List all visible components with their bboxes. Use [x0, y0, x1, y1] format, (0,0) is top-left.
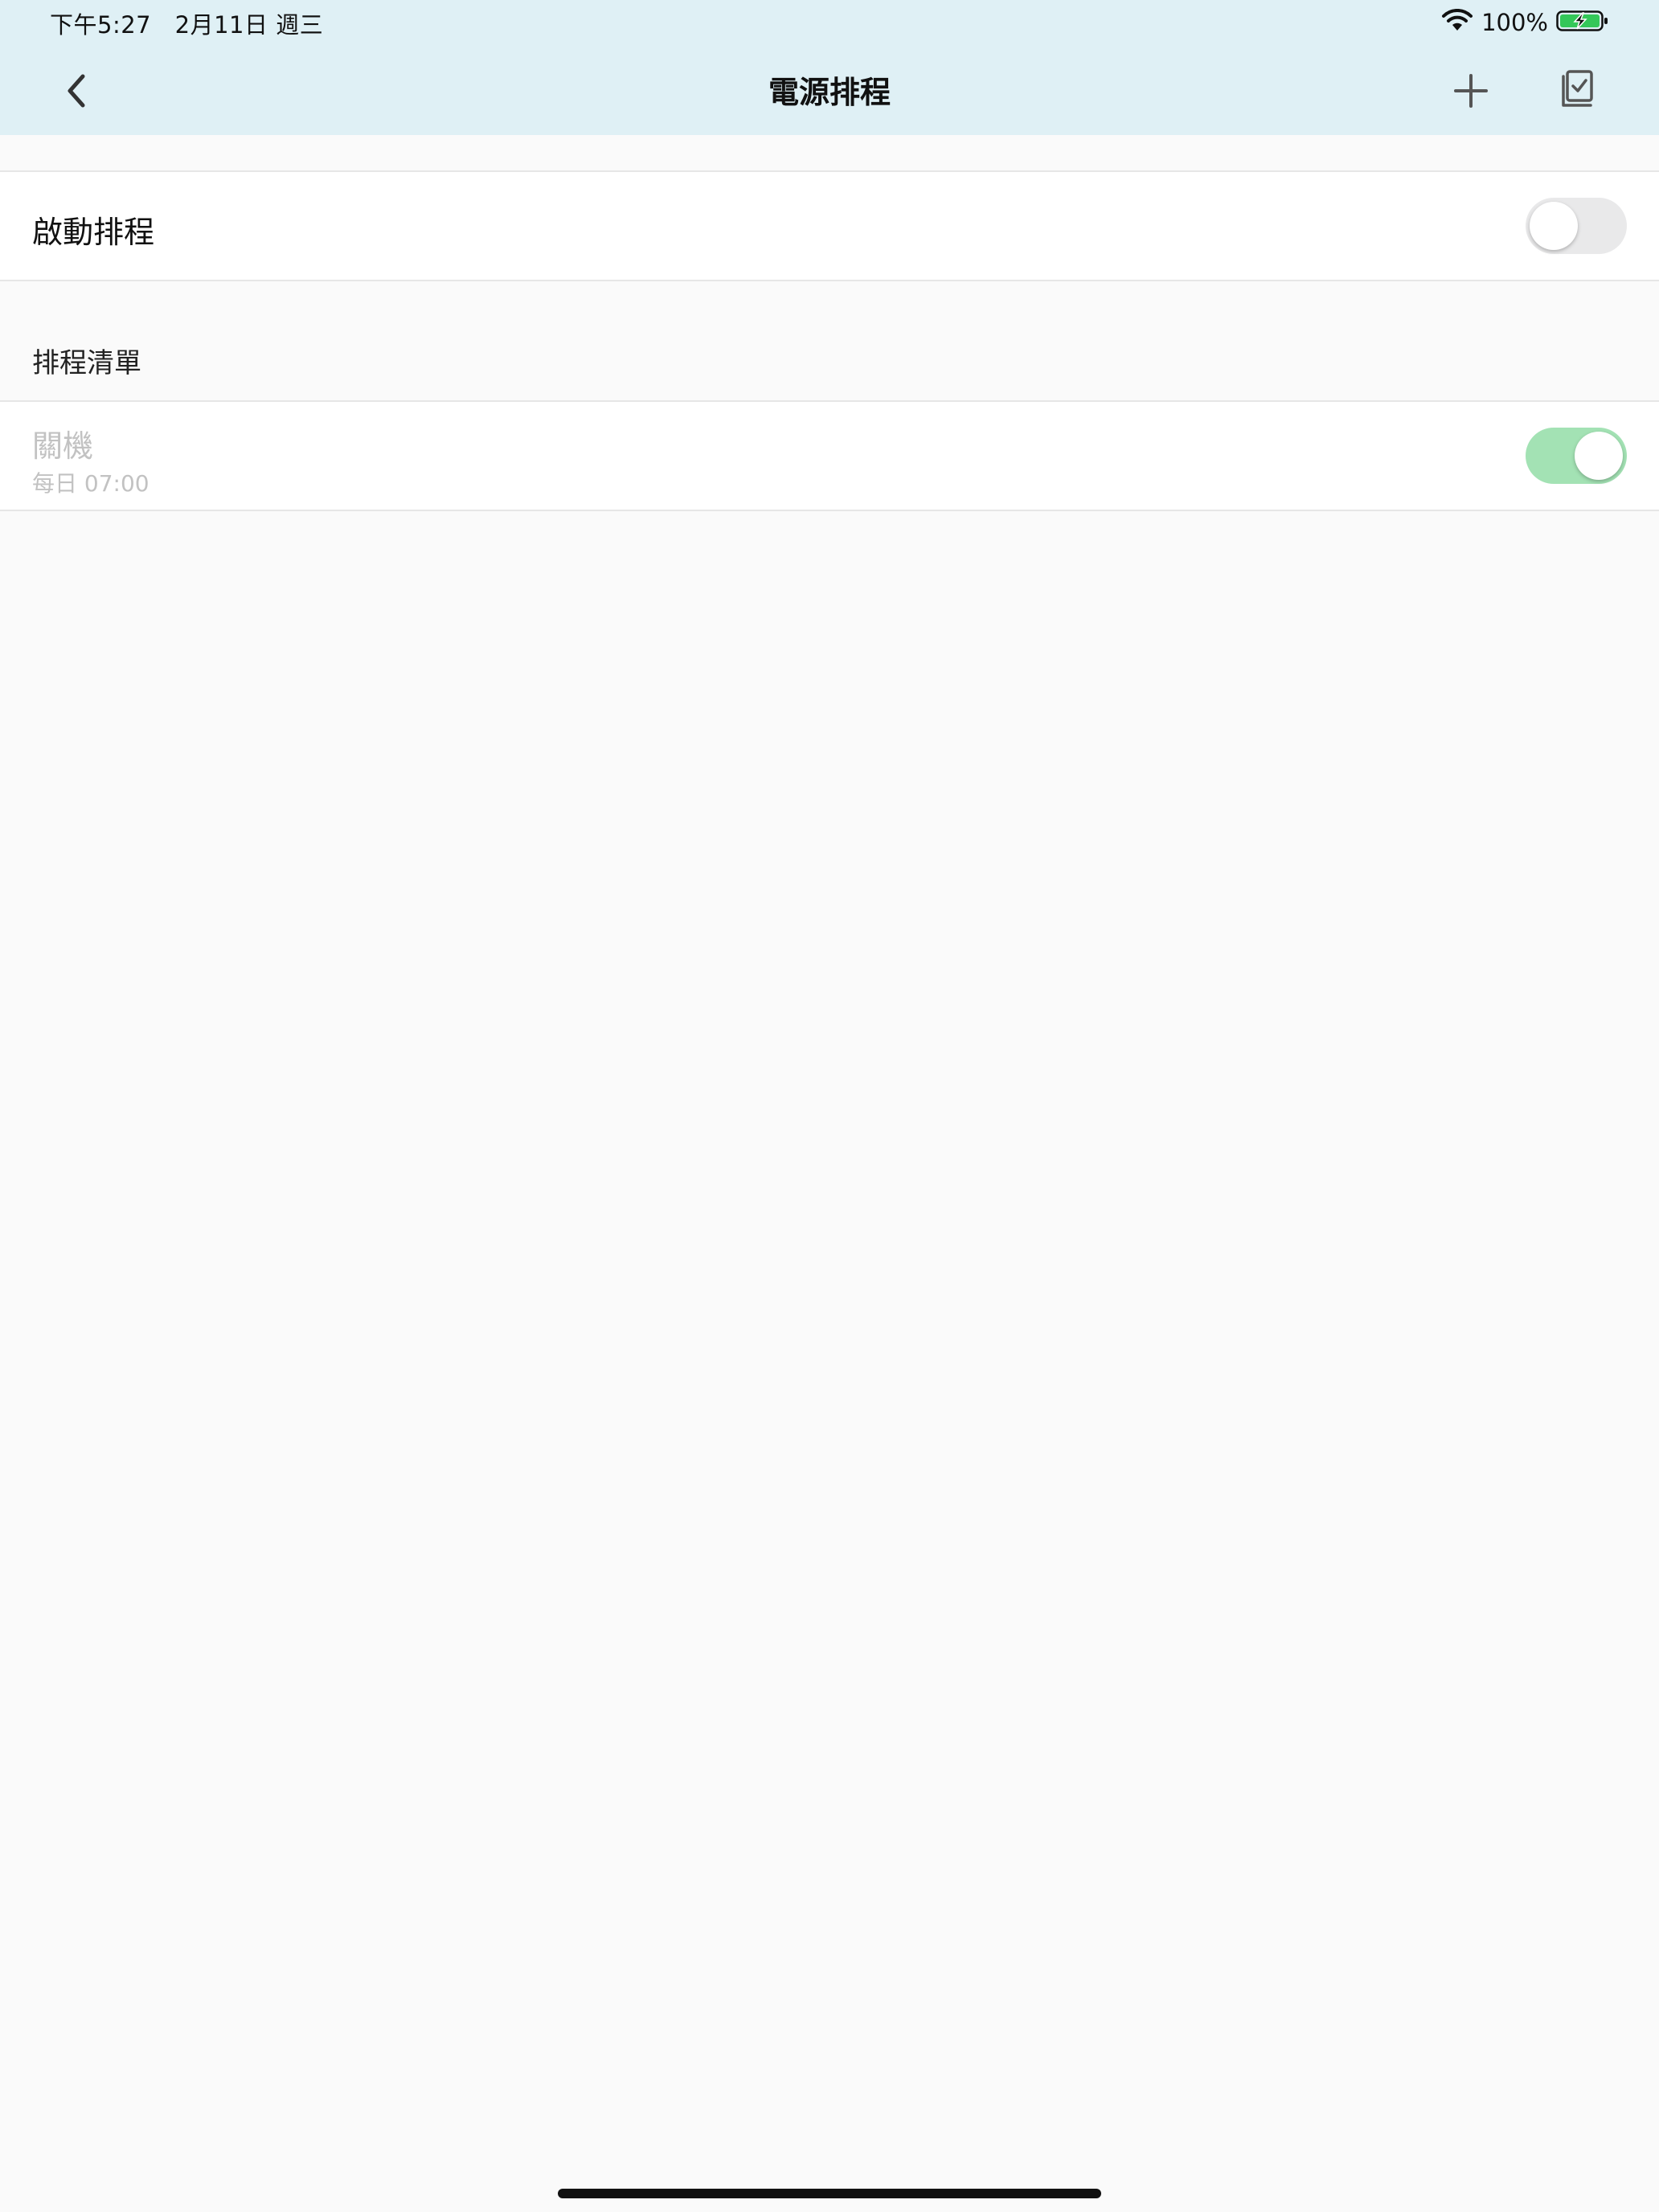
schedule-list-header: 排程清單: [32, 347, 141, 379]
home-indicator[interactable]: [558, 2189, 1101, 2198]
page-title: 電源排程: [768, 75, 891, 110]
header: 下午5:27 2月11日 週三 100% 電源排程: [0, 0, 1659, 135]
enable-schedule-toggle[interactable]: [1526, 198, 1627, 254]
add-schedule-button[interactable]: [1443, 64, 1499, 121]
toggle-knob: [1575, 432, 1623, 480]
toggle-knob: [1530, 202, 1578, 250]
battery-percent: 100%: [1481, 9, 1548, 36]
multi-select-checkbox-icon: [1555, 68, 1596, 113]
schedule-item-toggle[interactable]: [1526, 428, 1627, 484]
wifi-icon: [1441, 8, 1473, 36]
enable-schedule-label: 啟動排程: [32, 215, 155, 250]
schedule-item-time: 每日 07:00: [32, 470, 150, 497]
list-item[interactable]: 關機 每日 07:00: [0, 400, 1659, 511]
select-mode-button[interactable]: [1547, 63, 1604, 119]
enable-schedule-row: 啟動排程: [0, 170, 1659, 281]
schedule-item-title: 關機: [32, 428, 94, 464]
status-indicators: 100%: [1441, 6, 1609, 39]
power-schedule-screen: 下午5:27 2月11日 週三 100% 電源排程 啟動排程 排程清單 關機 每…: [0, 0, 1659, 2212]
battery-charging-icon: [1556, 9, 1609, 36]
status-time-date: 下午5:27 2月11日 週三: [50, 11, 324, 39]
plus-icon: [1452, 72, 1489, 113]
